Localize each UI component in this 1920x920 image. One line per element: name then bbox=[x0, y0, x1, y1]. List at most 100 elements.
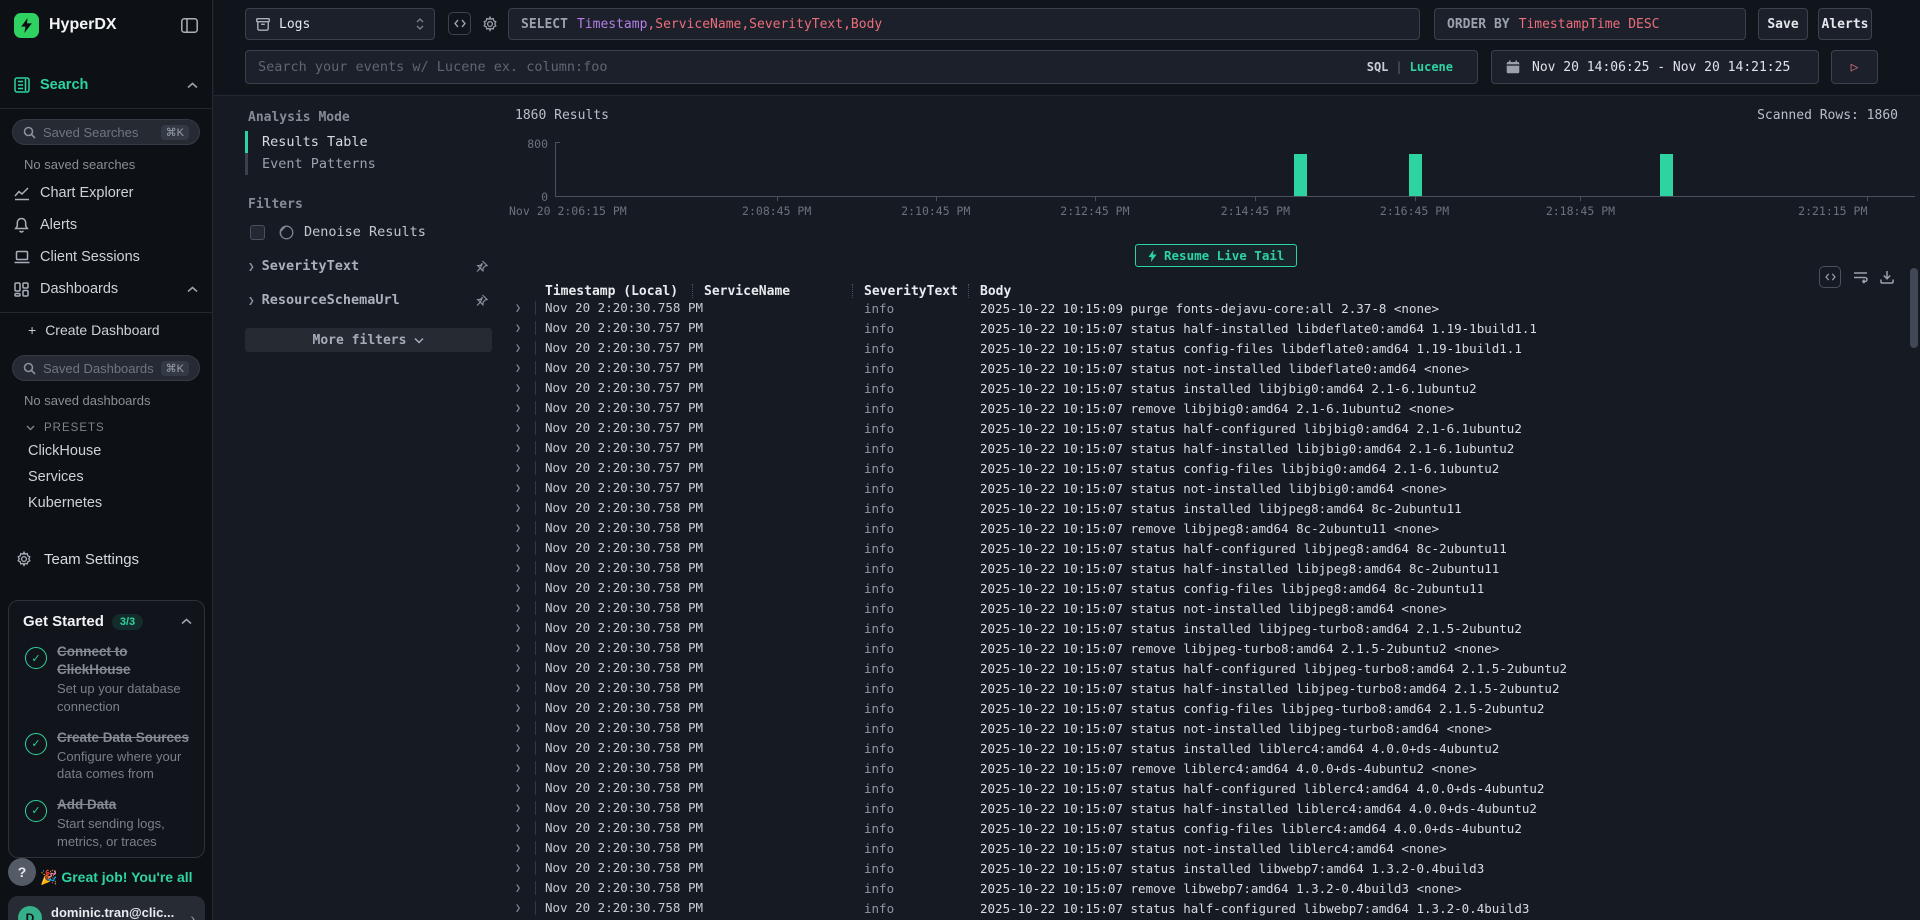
saved-dashboards-input[interactable]: Saved Dashboards ⌘K bbox=[12, 355, 200, 381]
row-expand-chevron[interactable]: ❯ bbox=[505, 823, 535, 834]
row-expand-chevron[interactable]: ❯ bbox=[505, 723, 535, 734]
chevron-up-icon[interactable] bbox=[181, 618, 192, 625]
row-expand-chevron[interactable]: ❯ bbox=[505, 343, 535, 354]
resume-live-tail-button[interactable]: Resume Live Tail bbox=[1135, 244, 1297, 267]
row-expand-chevron[interactable]: ❯ bbox=[505, 743, 535, 754]
column-header-timestamp[interactable]: Timestamp (Local) bbox=[535, 284, 704, 299]
table-row[interactable]: ❯ Nov 20 2:20:30.758 PM info 2025-10-22 … bbox=[505, 658, 1905, 678]
row-expand-chevron[interactable]: ❯ bbox=[505, 363, 535, 374]
denoise-checkbox[interactable] bbox=[250, 225, 265, 240]
table-row[interactable]: ❯ Nov 20 2:20:30.758 PM info 2025-10-22 … bbox=[505, 538, 1905, 558]
row-expand-chevron[interactable]: ❯ bbox=[505, 643, 535, 654]
table-row[interactable]: ❯ Nov 20 2:20:30.758 PM info 2025-10-22 … bbox=[505, 798, 1905, 818]
row-expand-chevron[interactable]: ❯ bbox=[505, 563, 535, 574]
preset-services[interactable]: Services bbox=[0, 464, 212, 490]
table-row[interactable]: ❯ Nov 20 2:20:30.758 PM info 2025-10-22 … bbox=[505, 498, 1905, 518]
table-row[interactable]: ❯ Nov 20 2:20:30.758 PM info 2025-10-22 … bbox=[505, 878, 1905, 898]
help-button[interactable]: ? bbox=[8, 858, 36, 886]
user-menu[interactable]: D dominic.tran@clic... dominic.tran@clic… bbox=[8, 896, 205, 920]
table-row[interactable]: ❯ Nov 20 2:20:30.758 PM info 2025-10-22 … bbox=[505, 558, 1905, 578]
histogram-bar[interactable] bbox=[1409, 154, 1422, 196]
histogram-bar[interactable] bbox=[1294, 154, 1307, 196]
more-filters-button[interactable]: More filters bbox=[245, 328, 492, 352]
denoise-results-toggle[interactable]: Denoise Results bbox=[250, 224, 500, 240]
order-by-input[interactable]: ORDER BY TimestampTime DESC bbox=[1434, 8, 1746, 40]
code-view-icon[interactable] bbox=[448, 12, 471, 35]
save-button[interactable]: Save bbox=[1758, 8, 1808, 40]
source-settings-gear-icon[interactable] bbox=[478, 12, 501, 35]
column-header-severitytext[interactable]: SeverityText bbox=[864, 284, 980, 299]
row-expand-chevron[interactable]: ❯ bbox=[505, 623, 535, 634]
table-row[interactable]: ❯ Nov 20 2:20:30.758 PM info 2025-10-22 … bbox=[505, 678, 1905, 698]
filter-group-severitytext[interactable]: ❯ SeverityText bbox=[248, 258, 488, 274]
row-expand-chevron[interactable]: ❯ bbox=[505, 303, 535, 314]
row-expand-chevron[interactable]: ❯ bbox=[505, 323, 535, 334]
table-row[interactable]: ❯ Nov 20 2:20:30.758 PM info 2025-10-22 … bbox=[505, 778, 1905, 798]
table-row[interactable]: ❯ Nov 20 2:20:30.758 PM info 2025-10-22 … bbox=[505, 858, 1905, 878]
row-expand-chevron[interactable]: ❯ bbox=[505, 543, 535, 554]
pin-icon[interactable] bbox=[475, 294, 488, 307]
table-row[interactable]: ❯ Nov 20 2:20:30.757 PM info 2025-10-22 … bbox=[505, 378, 1905, 398]
table-row[interactable]: ❯ Nov 20 2:20:30.757 PM info 2025-10-22 … bbox=[505, 318, 1905, 338]
row-expand-chevron[interactable]: ❯ bbox=[505, 463, 535, 474]
event-search-input[interactable]: Search your events w/ Lucene ex. column:… bbox=[245, 50, 1478, 84]
lang-lucene-option[interactable]: Lucene bbox=[1410, 60, 1453, 74]
table-row[interactable]: ❯ Nov 20 2:20:30.758 PM info 2025-10-22 … bbox=[505, 898, 1905, 918]
row-expand-chevron[interactable]: ❯ bbox=[505, 503, 535, 514]
row-expand-chevron[interactable]: ❯ bbox=[505, 883, 535, 894]
row-expand-chevron[interactable]: ❯ bbox=[505, 483, 535, 494]
column-header-body[interactable]: Body bbox=[980, 284, 1905, 299]
row-expand-chevron[interactable]: ❯ bbox=[505, 843, 535, 854]
chevron-up-icon[interactable] bbox=[187, 286, 198, 293]
create-dashboard-button[interactable]: + Create Dashboard bbox=[0, 315, 212, 345]
sidebar-item-dashboards[interactable]: Dashboards bbox=[0, 274, 212, 304]
saved-searches-input[interactable]: Saved Searches ⌘K bbox=[12, 119, 200, 145]
lang-sql-option[interactable]: SQL bbox=[1367, 60, 1389, 74]
preset-clickhouse[interactable]: ClickHouse bbox=[0, 438, 212, 464]
column-resize-handle[interactable] bbox=[692, 284, 693, 298]
table-row[interactable]: ❯ Nov 20 2:20:30.758 PM info 2025-10-22 … bbox=[505, 718, 1905, 738]
row-expand-chevron[interactable]: ❯ bbox=[505, 443, 535, 454]
row-expand-chevron[interactable]: ❯ bbox=[505, 383, 535, 394]
row-expand-chevron[interactable]: ❯ bbox=[505, 783, 535, 794]
table-row[interactable]: ❯ Nov 20 2:20:30.757 PM info 2025-10-22 … bbox=[505, 438, 1905, 458]
table-row[interactable]: ❯ Nov 20 2:20:30.758 PM info 2025-10-22 … bbox=[505, 738, 1905, 758]
row-expand-chevron[interactable]: ❯ bbox=[505, 903, 535, 914]
table-row[interactable]: ❯ Nov 20 2:20:30.758 PM info 2025-10-22 … bbox=[505, 818, 1905, 838]
source-select[interactable]: Logs bbox=[245, 8, 435, 40]
table-row[interactable]: ❯ Nov 20 2:20:30.758 PM info 2025-10-22 … bbox=[505, 618, 1905, 638]
row-expand-chevron[interactable]: ❯ bbox=[505, 863, 535, 874]
table-row[interactable]: ❯ Nov 20 2:20:30.758 PM info 2025-10-22 … bbox=[505, 698, 1905, 718]
table-row[interactable]: ❯ Nov 20 2:20:30.758 PM info 2025-10-22 … bbox=[505, 758, 1905, 778]
table-row[interactable]: ❯ Nov 20 2:20:30.757 PM info 2025-10-22 … bbox=[505, 478, 1905, 498]
sidebar-item-team-settings[interactable]: Team Settings bbox=[0, 544, 212, 574]
sidebar-item-alerts[interactable]: Alerts bbox=[0, 210, 212, 240]
row-expand-chevron[interactable]: ❯ bbox=[505, 583, 535, 594]
get-started-item[interactable]: ✓ Create Data Sources Configure where yo… bbox=[23, 729, 192, 783]
row-expand-chevron[interactable]: ❯ bbox=[505, 403, 535, 414]
column-resize-handle[interactable] bbox=[852, 284, 853, 298]
select-columns-input[interactable]: SELECT Timestamp ,ServiceName,SeverityTe… bbox=[508, 8, 1420, 40]
table-row[interactable]: ❯ Nov 20 2:20:30.757 PM info 2025-10-22 … bbox=[505, 458, 1905, 478]
mode-event-patterns[interactable]: Event Patterns bbox=[245, 153, 500, 175]
get-started-item[interactable]: ✓ Connect to ClickHouse Set up your data… bbox=[23, 643, 192, 716]
table-row[interactable]: ❯ Nov 20 2:20:30.758 PM info 2025-10-22 … bbox=[505, 838, 1905, 858]
table-row[interactable]: ❯ Nov 20 2:20:30.757 PM info 2025-10-22 … bbox=[505, 418, 1905, 438]
chevron-up-icon[interactable] bbox=[187, 82, 198, 89]
row-expand-chevron[interactable]: ❯ bbox=[505, 603, 535, 614]
sidebar-collapse-icon[interactable] bbox=[181, 18, 198, 33]
row-expand-chevron[interactable]: ❯ bbox=[505, 763, 535, 774]
run-query-button[interactable]: ▷ bbox=[1831, 50, 1878, 84]
histogram-bar[interactable] bbox=[1660, 154, 1673, 196]
alerts-button[interactable]: Alerts bbox=[1818, 8, 1872, 40]
scrollbar-thumb[interactable] bbox=[1910, 268, 1918, 348]
row-expand-chevron[interactable]: ❯ bbox=[505, 683, 535, 694]
column-header-servicename[interactable]: ServiceName bbox=[704, 284, 864, 299]
table-row[interactable]: ❯ Nov 20 2:20:30.758 PM info 2025-10-22 … bbox=[505, 518, 1905, 538]
presets-toggle[interactable]: PRESETS bbox=[0, 412, 212, 438]
sidebar-item-client-sessions[interactable]: Client Sessions bbox=[0, 242, 212, 272]
row-expand-chevron[interactable]: ❯ bbox=[505, 423, 535, 434]
date-range-picker[interactable]: Nov 20 14:06:25 - Nov 20 14:21:25 bbox=[1491, 50, 1819, 84]
row-expand-chevron[interactable]: ❯ bbox=[505, 703, 535, 714]
table-row[interactable]: ❯ Nov 20 2:20:30.758 PM info 2025-10-22 … bbox=[505, 578, 1905, 598]
